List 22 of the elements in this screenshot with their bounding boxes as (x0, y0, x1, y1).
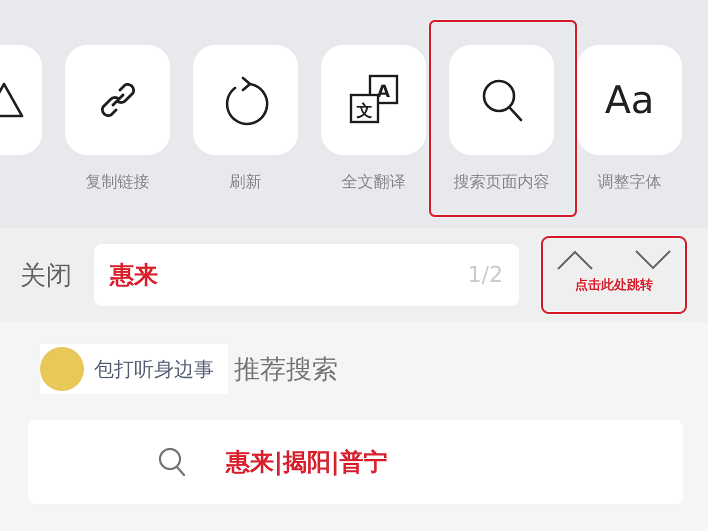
close-button[interactable]: 关闭 (20, 258, 72, 292)
menu-tile[interactable] (193, 45, 298, 155)
suggestion-text: 惠来|揭阳|普宁 (226, 447, 388, 478)
menu-label: 复制链接 (86, 172, 150, 193)
menu-label: 搜索页面内容 (454, 172, 550, 193)
font-size-icon: Aa (604, 81, 654, 119)
section-title: 推荐搜索 (234, 354, 338, 386)
menu-label: 调整字体 (598, 172, 662, 193)
chevron-up-icon[interactable] (557, 250, 593, 270)
avatar (40, 347, 84, 391)
find-value: 惠来 (110, 260, 158, 291)
menu-tile[interactable] (449, 45, 554, 155)
search-icon (480, 77, 524, 123)
menu-tile[interactable]: Aa (577, 45, 682, 155)
menu-tile[interactable] (65, 45, 170, 155)
menu-label: 刷新 (230, 172, 262, 193)
chevron-down-icon[interactable] (635, 250, 671, 270)
annotation-text: 点击此处跳转 (575, 277, 653, 294)
menu-label: 全文翻译 (342, 172, 406, 193)
account-chip[interactable]: 包打听身边事 (40, 344, 228, 394)
search-icon (158, 447, 186, 477)
suggestion-card[interactable]: 惠来|揭阳|普宁 (28, 420, 683, 504)
